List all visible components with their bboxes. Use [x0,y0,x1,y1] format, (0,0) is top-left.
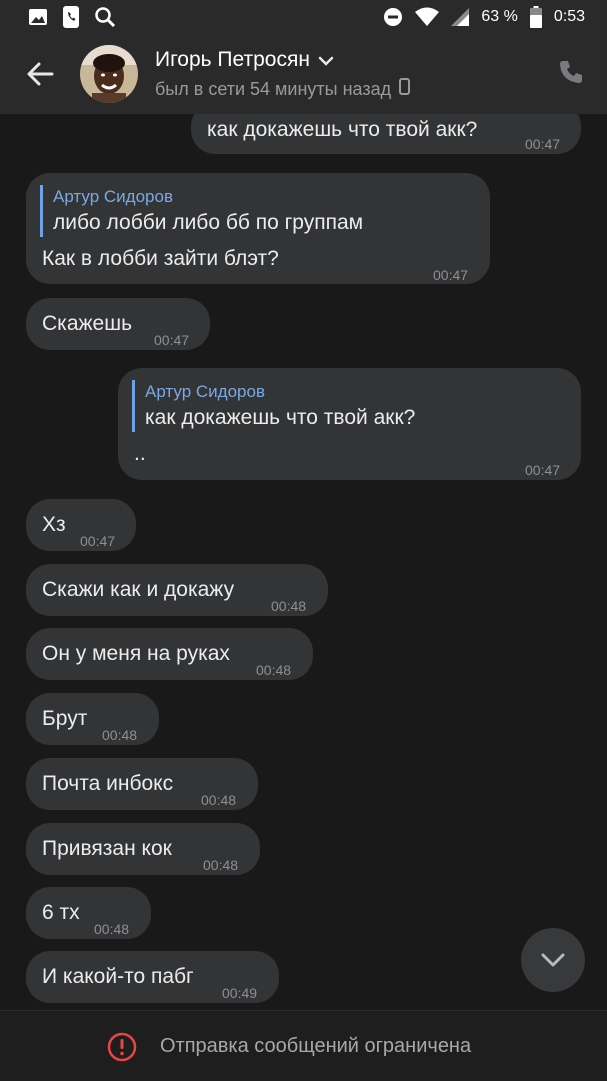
message-text: Хз [42,513,66,536]
message-incoming[interactable]: Скажешь 00:47 [26,298,210,350]
reply-text: либо лобби либо бб по группам [53,211,364,234]
message-text: Почта инбокс [42,772,174,795]
message-text: .. [134,442,146,465]
status-bar: 63 % 0:53 [0,0,607,34]
status-time: 0:53 [553,8,585,25]
contact-name-row[interactable]: Игорь Петросян [155,48,334,72]
reply-author: Артур Сидоров [53,187,173,206]
phone-call-icon [560,61,582,83]
chevron-down-icon[interactable] [318,48,334,72]
search-icon [94,6,116,28]
wifi-icon [415,7,440,27]
message-time: 00:47 [525,136,561,152]
message-time: 00:47 [433,267,469,283]
message-incoming[interactable]: Хз 00:47 [26,499,136,551]
message-text: Как в лобби зайти блэт? [42,247,279,270]
signal-icon [451,8,470,26]
scroll-to-bottom-button[interactable] [521,928,585,992]
message-time: 00:47 [154,332,190,348]
message-outgoing[interactable]: Артур Сидоров как докажешь что твой акк?… [118,368,581,480]
reply-quote[interactable]: Артур Сидоров как докажешь что твой акк? [132,380,415,432]
message-text: Он у меня на руках [42,642,230,665]
message-incoming[interactable]: Артур Сидоров либо лобби либо бб по груп… [26,173,490,284]
call-button[interactable] [557,58,585,86]
message-time: 00:48 [201,792,237,808]
back-button[interactable] [24,58,56,90]
message-incoming[interactable]: Привязан кок 00:48 [26,823,260,875]
message-time: 00:48 [102,727,138,743]
battery-icon [529,6,542,28]
message-incoming[interactable]: 6 тх 00:48 [26,887,151,939]
message-incoming[interactable]: И какой-то пабг 00:49 [26,951,279,1003]
message-text: как докажешь что твой акк? [207,118,478,141]
message-time: 00:48 [94,921,130,937]
contact-name[interactable]: Игорь Петросян [155,48,310,72]
chevron-down-icon [541,953,565,967]
image-icon [28,7,48,27]
message-incoming[interactable]: Почта инбокс 00:48 [26,758,258,810]
message-time: 00:48 [256,662,292,678]
message-text: 6 тх [42,901,80,924]
warning-icon [107,1032,137,1067]
last-seen-status: был в сети 54 минуты назад [155,78,392,99]
arrow-left-icon [27,62,54,86]
message-time: 00:48 [203,857,239,873]
message-text: Скажешь [42,312,133,335]
dnd-icon [383,7,403,27]
message-time: 00:48 [271,598,307,614]
restriction-notice: Отправка сообщений ограничена [160,1035,472,1057]
reply-text: как докажешь что твой акк? [145,406,416,429]
message-text: Привязан кок [42,837,172,860]
message-text: И какой-то пабг [42,965,194,988]
chat-header: Игорь Петросян был в сети 54 минуты наза… [0,34,607,114]
message-outgoing[interactable]: как докажешь что твой акк? 00:47 [191,114,581,154]
message-incoming[interactable]: Скажи как и докажу 00:48 [26,564,328,616]
contact-status-row: был в сети 54 минуты назад [155,78,411,100]
composer-restricted-bar: Отправка сообщений ограничена [0,1010,607,1081]
avatar[interactable] [80,45,138,103]
message-incoming[interactable]: Он у меня на руках 00:48 [26,628,313,680]
message-time: 00:47 [525,462,561,478]
reply-author: Артур Сидоров [145,382,265,401]
mobile-device-icon [399,78,411,100]
message-incoming[interactable]: Брут 00:48 [26,693,159,745]
message-time: 00:49 [222,985,258,1001]
message-text: Скажи как и докажу [42,578,235,601]
message-text: Брут [42,707,88,730]
battery-percent: 63 % [481,8,518,25]
message-list[interactable]: как докажешь что твой акк? 00:47 Артур С… [0,114,607,1010]
phone-icon [62,6,80,28]
reply-quote[interactable]: Артур Сидоров либо лобби либо бб по груп… [40,185,363,237]
message-time: 00:47 [80,533,116,549]
